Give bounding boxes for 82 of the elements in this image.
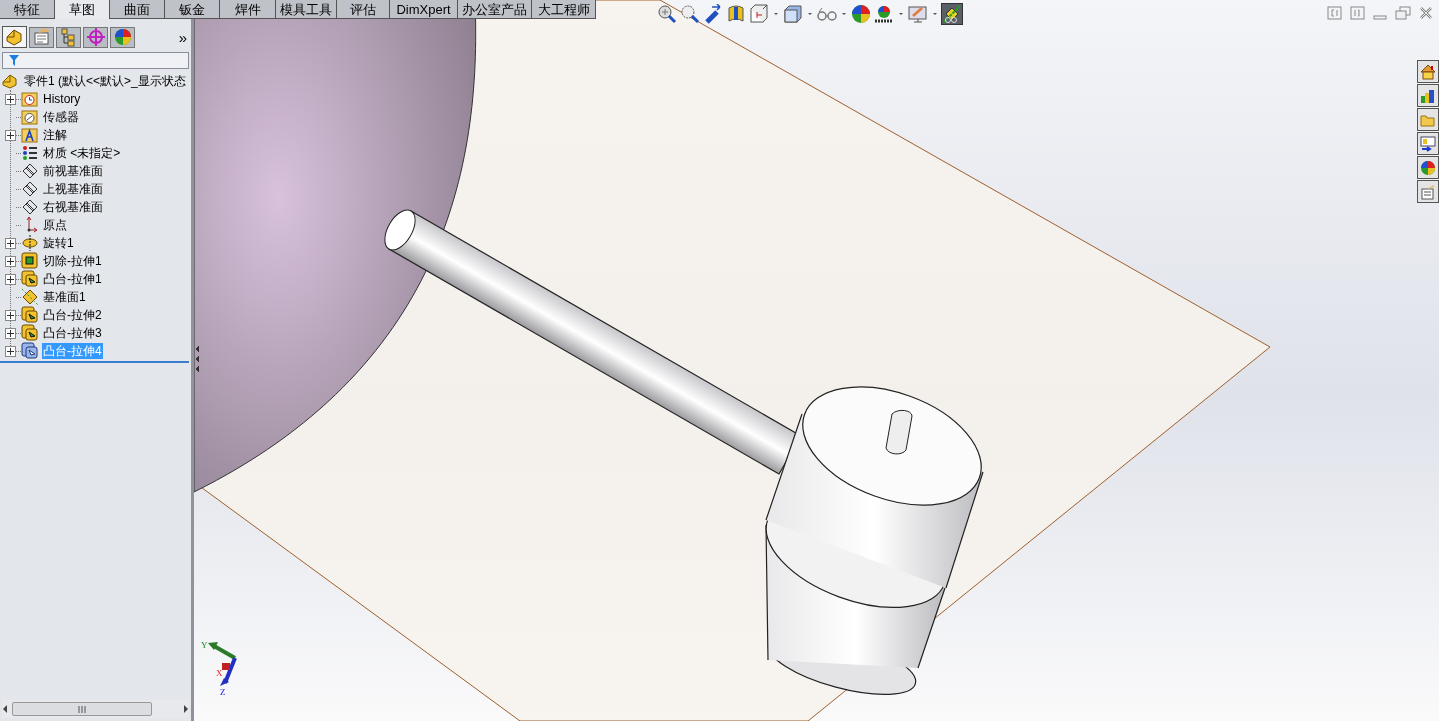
tile-left-icon[interactable] xyxy=(1327,6,1342,20)
plane-icon xyxy=(21,198,39,216)
tree-item[interactable]: 注解 xyxy=(42,127,68,143)
tree-item[interactable]: 传感器 xyxy=(42,109,80,125)
expand-toggle[interactable] xyxy=(5,255,16,267)
boss-icon xyxy=(21,306,39,324)
tree-item[interactable]: 基准面1 xyxy=(42,289,87,305)
property-tab[interactable] xyxy=(29,26,54,48)
zoom-fit-icon[interactable] xyxy=(656,3,678,25)
orientation-icon[interactable] xyxy=(748,3,770,25)
plane-icon xyxy=(21,162,39,180)
material-icon xyxy=(21,144,39,162)
display-tab[interactable] xyxy=(110,26,135,48)
horizontal-scrollbar[interactable] xyxy=(2,700,189,718)
folder-icon[interactable] xyxy=(1417,108,1439,131)
axis-triad-drawing xyxy=(208,642,237,686)
appearance-icon[interactable] xyxy=(1417,156,1439,179)
close-icon[interactable] xyxy=(1419,6,1433,20)
expand-toggle[interactable] xyxy=(5,237,16,249)
tree-item[interactable]: 上视基准面 xyxy=(42,181,104,197)
command-tab[interactable]: 模具工具 xyxy=(276,0,337,19)
part-icon xyxy=(2,73,20,89)
command-tab[interactable]: DimXpert xyxy=(390,0,458,19)
command-tab[interactable]: 特征 xyxy=(0,0,55,19)
tree-item[interactable]: 凸台-拉伸3 xyxy=(42,325,103,341)
home-icon[interactable] xyxy=(1417,60,1439,83)
expand-toggle[interactable] xyxy=(5,129,16,141)
tree-item[interactable]: 凸台-拉伸1 xyxy=(42,271,103,287)
scene-icon[interactable] xyxy=(873,3,895,25)
command-tab[interactable]: 曲面 xyxy=(110,0,165,19)
realview-icon[interactable] xyxy=(941,3,963,25)
config-tab[interactable] xyxy=(56,26,81,48)
tile-right-icon[interactable] xyxy=(1350,6,1365,20)
scroll-right-icon[interactable] xyxy=(183,705,189,713)
appearance-icon[interactable] xyxy=(850,3,872,25)
library-icon[interactable] xyxy=(1417,84,1439,107)
custom-properties-icon[interactable] xyxy=(1417,180,1439,203)
command-tab[interactable]: 钣金 xyxy=(165,0,220,19)
cut-icon xyxy=(21,252,39,270)
command-tab[interactable]: 大工程师 xyxy=(532,0,596,19)
tree-item[interactable]: 凸台-拉伸2 xyxy=(42,307,103,323)
tree-item[interactable]: 旋转1 xyxy=(42,235,75,251)
filter-icon xyxy=(9,55,19,66)
history-icon xyxy=(21,90,39,108)
tree-item[interactable]: 右视基准面 xyxy=(42,199,104,215)
tree-item[interactable]: History xyxy=(42,91,82,107)
boss-icon xyxy=(21,342,39,360)
command-tab[interactable]: 焊件 xyxy=(220,0,276,19)
boss-icon xyxy=(21,324,39,342)
tree-item[interactable]: 材质 <未指定> xyxy=(42,145,122,161)
boss-icon xyxy=(21,270,39,288)
dimxpert-tab[interactable] xyxy=(83,26,108,48)
tree-item[interactable]: 原点 xyxy=(42,217,68,233)
display-style-icon[interactable] xyxy=(782,3,804,25)
command-tab[interactable]: 草图 xyxy=(55,0,110,19)
z-axis-label: Z xyxy=(220,687,226,697)
y-axis-label: Y xyxy=(201,640,208,650)
tree-item[interactable]: 前视基准面 xyxy=(42,163,104,179)
part-name[interactable]: 零件1 (默认<<默认>_显示状态 xyxy=(24,72,186,90)
feature-tab[interactable] xyxy=(2,26,27,48)
revolve-icon xyxy=(21,234,39,252)
scrollbar-grip-icon xyxy=(78,705,86,713)
filter-field[interactable] xyxy=(2,52,189,69)
zoom-area-icon[interactable] xyxy=(679,3,701,25)
expand-toggle[interactable] xyxy=(5,309,16,321)
sensor-icon xyxy=(21,108,39,126)
view-palette-icon[interactable] xyxy=(1417,132,1439,155)
expand-toggle[interactable] xyxy=(5,327,16,339)
plane-icon xyxy=(21,180,39,198)
view-settings-icon[interactable] xyxy=(907,3,929,25)
scroll-left-icon[interactable] xyxy=(2,705,8,713)
command-tab[interactable]: 办公室产品 xyxy=(458,0,532,19)
tree-item[interactable]: 切除-拉伸1 xyxy=(42,253,103,269)
expand-toggle[interactable] xyxy=(5,345,16,357)
refplane-icon xyxy=(21,288,39,306)
more-tabs-button[interactable]: » xyxy=(178,29,191,45)
annotation-icon xyxy=(21,126,39,144)
expand-toggle[interactable] xyxy=(5,93,16,105)
collapse-panel-icon[interactable] xyxy=(195,344,200,374)
expand-toggle[interactable] xyxy=(5,273,16,285)
x-axis-label: X xyxy=(216,668,223,678)
command-tab[interactable]: 评估 xyxy=(337,0,390,19)
